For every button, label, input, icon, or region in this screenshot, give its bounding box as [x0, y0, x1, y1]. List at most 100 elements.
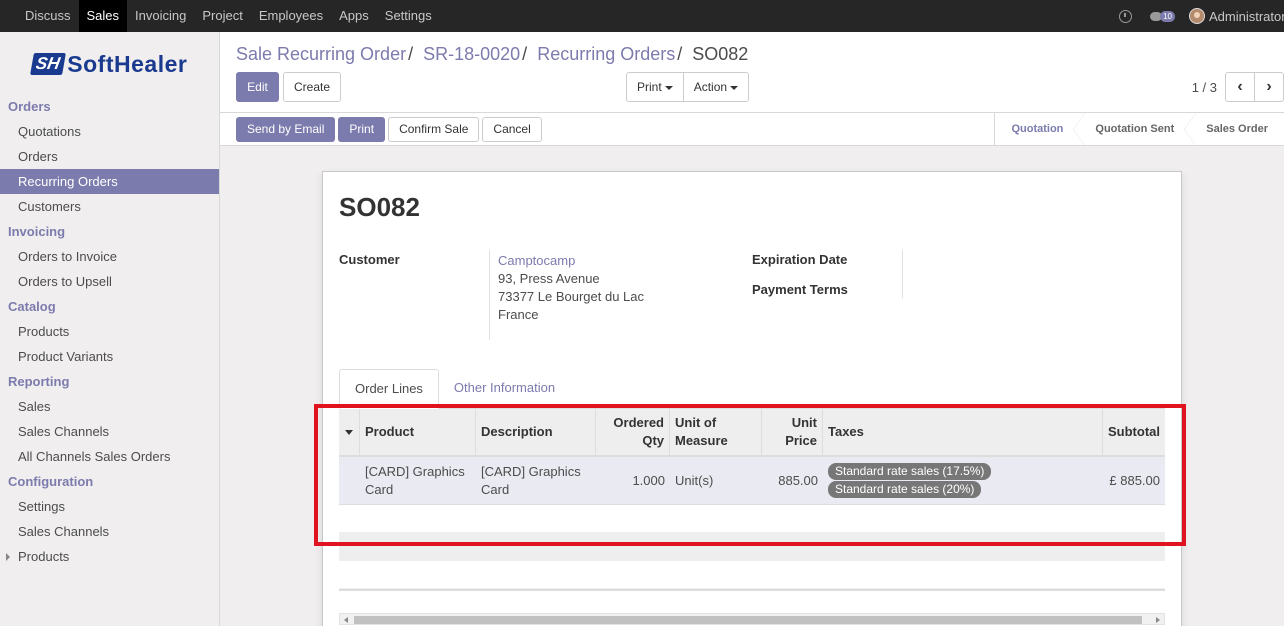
pager-next-button[interactable]: ›	[1254, 72, 1284, 102]
section-configuration[interactable]: Configuration	[0, 469, 219, 494]
caret-right-icon	[6, 553, 10, 561]
col-ordered-qty[interactable]: Ordered Qty	[596, 409, 670, 455]
address-line-2: 73377 Le Bourget du Lac	[498, 289, 645, 304]
column-toggle[interactable]	[339, 409, 360, 455]
send-by-email-button[interactable]: Send by Email	[236, 117, 336, 142]
logo-text: SoftHealer	[67, 50, 188, 77]
breadcrumb-item-recurring[interactable]: Sale Recurring Order	[236, 44, 406, 64]
section-invoicing[interactable]: Invoicing	[0, 219, 219, 244]
confirm-sale-button[interactable]: Confirm Sale	[388, 117, 480, 142]
print-button[interactable]: Print	[338, 117, 386, 142]
sidebar-item-product-variants[interactable]: Product Variants	[0, 344, 219, 369]
payment-terms-label: Payment Terms	[752, 282, 848, 297]
horizontal-scrollbar[interactable]	[339, 613, 1165, 625]
action-dropdown[interactable]: Action	[682, 72, 750, 102]
menu-apps[interactable]: Apps	[331, 0, 377, 32]
message-count-badge: 10	[1160, 10, 1175, 22]
section-orders[interactable]: Orders	[0, 94, 219, 119]
sidebar-item-quotations[interactable]: Quotations	[0, 119, 219, 144]
cell-taxes[interactable]: Standard rate sales (17.5%) Standard rat…	[823, 457, 1103, 504]
field-divider	[902, 250, 903, 298]
section-catalog[interactable]: Catalog	[0, 294, 219, 319]
empty-row	[339, 505, 1165, 533]
field-divider	[489, 250, 490, 340]
edit-button[interactable]: Edit	[236, 72, 279, 102]
sidebar-item-config-products[interactable]: Products	[0, 544, 219, 569]
print-dropdown[interactable]: Print	[626, 72, 684, 102]
company-logo: SH SoftHealer	[0, 32, 219, 94]
chevron-right-icon: ›	[1266, 78, 1272, 95]
cell-product[interactable]: [CARD] Graphics Card	[360, 457, 476, 504]
stage-quotation-sent[interactable]: Quotation Sent	[1079, 113, 1197, 146]
expiration-date-label: Expiration Date	[752, 252, 848, 267]
sidebar-item-orders-to-upsell[interactable]: Orders to Upsell	[0, 269, 219, 294]
messages-button[interactable]: 10	[1150, 10, 1175, 22]
top-navbar: Discuss Sales Invoicing Project Employee…	[0, 0, 1284, 32]
scroll-right-icon[interactable]	[1156, 617, 1160, 623]
chevron-left-icon: ‹	[1237, 78, 1243, 95]
cell-uom[interactable]: Unit(s)	[670, 457, 762, 504]
menu-settings[interactable]: Settings	[377, 0, 440, 32]
tax-badge: Standard rate sales (17.5%)	[828, 463, 992, 480]
sidebar-item-orders[interactable]: Orders	[0, 144, 219, 169]
pager: 1 / 3 ‹ ›	[1192, 72, 1284, 102]
stage-pipeline: Quotation Quotation Sent Sales Order	[994, 113, 1284, 146]
table-row[interactable]: [CARD] Graphics Card [CARD] Graphics Car…	[339, 457, 1165, 505]
customer-link[interactable]: Camptocamp	[498, 253, 575, 268]
menu-employees[interactable]: Employees	[251, 0, 331, 32]
cell-price[interactable]: 885.00	[762, 457, 823, 504]
stage-quotation[interactable]: Quotation	[995, 113, 1086, 146]
form-statusbar: Send by Email Print Confirm Sale Cancel …	[220, 113, 1284, 146]
sidebar-item-config-sales-channels[interactable]: Sales Channels	[0, 519, 219, 544]
scroll-left-icon[interactable]	[344, 617, 348, 623]
sidebar-item-sales[interactable]: Sales	[0, 394, 219, 419]
app-menu: Discuss Sales Invoicing Project Employee…	[0, 0, 440, 32]
sidebar-item-sales-channels[interactable]: Sales Channels	[0, 419, 219, 444]
menu-invoicing[interactable]: Invoicing	[127, 0, 194, 32]
section-reporting[interactable]: Reporting	[0, 369, 219, 394]
address-line-3: France	[498, 307, 539, 322]
cell-subtotal[interactable]: £ 885.00	[1103, 457, 1165, 504]
col-description[interactable]: Description	[476, 409, 596, 455]
sidebar-item-orders-to-invoice[interactable]: Orders to Invoice	[0, 244, 219, 269]
cancel-button[interactable]: Cancel	[482, 117, 542, 142]
cell-qty[interactable]: 1.000	[596, 457, 670, 504]
user-avatar[interactable]	[1189, 8, 1205, 24]
tab-order-lines[interactable]: Order Lines	[339, 369, 439, 409]
create-button[interactable]: Create	[283, 72, 341, 102]
pager-value[interactable]: 1 / 3	[1192, 80, 1217, 95]
menu-sales[interactable]: Sales	[78, 0, 128, 32]
breadcrumb-item-sr[interactable]: SR-18-0020	[423, 44, 520, 64]
col-unit-of-measure[interactable]: Unit of Measure	[670, 409, 762, 455]
caret-down-icon	[345, 429, 353, 435]
caret-down-icon	[664, 85, 673, 90]
address-line-1: 93, Press Avenue	[498, 271, 600, 286]
user-menu[interactable]: Administrator	[1209, 9, 1284, 24]
table-header: Product Description Ordered Qty Unit of Me…	[339, 409, 1165, 457]
table-footer	[339, 589, 1165, 591]
sidebar-item-products[interactable]: Products	[0, 319, 219, 344]
sidebar-item-all-channels-sales-orders[interactable]: All Channels Sales Orders	[0, 444, 219, 469]
cell-description[interactable]: [CARD] Graphics Card	[476, 457, 596, 504]
breadcrumb-item-orders[interactable]: Recurring Orders	[537, 44, 675, 64]
col-taxes[interactable]: Taxes	[823, 409, 1103, 455]
menu-discuss[interactable]: Discuss	[17, 0, 79, 32]
col-product[interactable]: Product	[360, 409, 476, 455]
notebook-tabs: Order Lines Other Information	[339, 369, 570, 409]
sidebar-item-customers[interactable]: Customers	[0, 194, 219, 219]
form-area: SO082 Customer Camptocamp 93, Press Aven…	[220, 147, 1284, 626]
sidebar-item-settings[interactable]: Settings	[0, 494, 219, 519]
menu-project[interactable]: Project	[194, 0, 250, 32]
activity-clock-icon[interactable]	[1119, 9, 1133, 23]
pager-previous-button[interactable]: ‹	[1225, 72, 1255, 102]
scrollbar-thumb[interactable]	[354, 616, 1142, 624]
stage-sales-order[interactable]: Sales Order	[1190, 113, 1284, 146]
sidebar: SH SoftHealer Orders Quotations Orders R…	[0, 32, 220, 626]
col-unit-price[interactable]: Unit Price	[762, 409, 823, 455]
breadcrumb: Sale Recurring Order / SR-18-0020/ Recurr…	[236, 44, 749, 64]
logo-mark: SH	[29, 53, 66, 75]
col-subtotal[interactable]: Subtotal	[1103, 409, 1165, 455]
sidebar-item-recurring-orders[interactable]: Recurring Orders	[0, 169, 219, 194]
order-name: SO082	[339, 192, 420, 222]
tab-other-information[interactable]: Other Information	[439, 369, 570, 409]
